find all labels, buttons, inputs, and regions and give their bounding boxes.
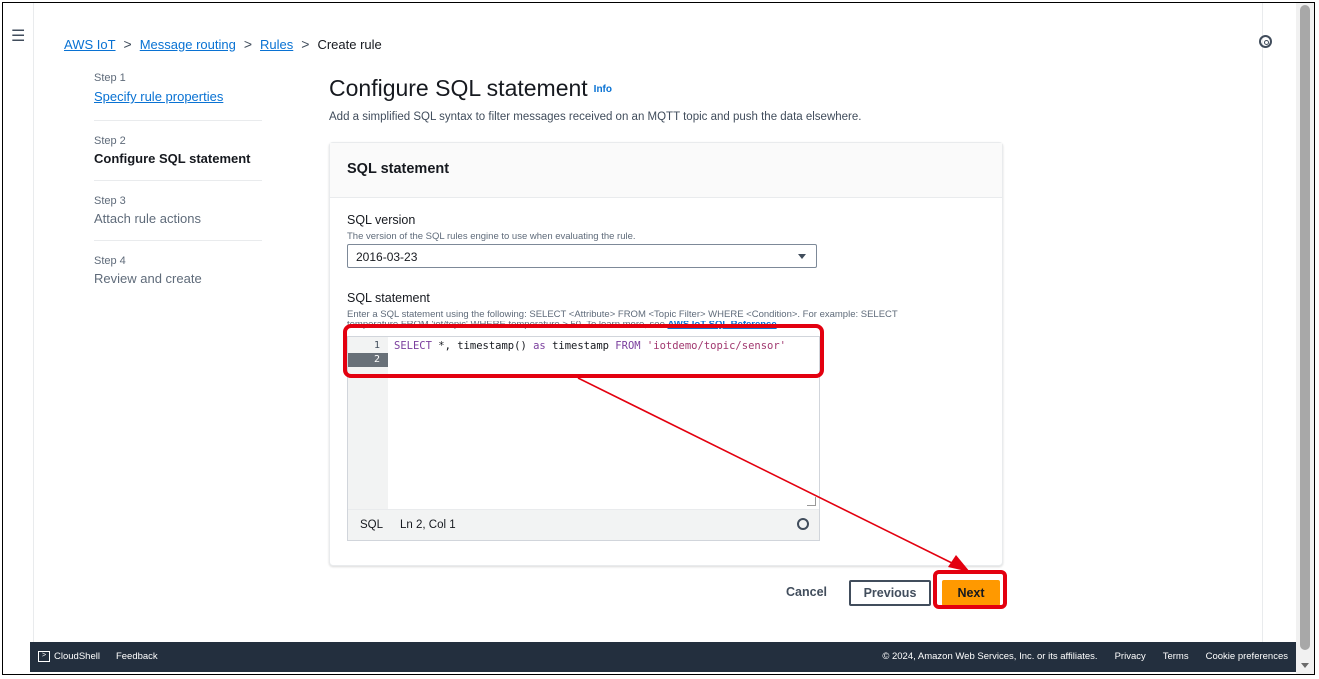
step-4-label: Review and create <box>94 271 202 286</box>
cloudshell-label: CloudShell <box>54 651 100 663</box>
caret-down-icon <box>798 254 806 259</box>
info-link[interactable]: Info <box>594 84 612 95</box>
scrollbar-thumb[interactable] <box>1300 5 1310 650</box>
terms-link[interactable]: Terms <box>1163 651 1189 662</box>
step-1: Step 1 Specify rule properties <box>94 72 262 121</box>
step-2-label: Configure SQL statement <box>94 151 251 166</box>
previous-button[interactable]: Previous <box>849 580 931 606</box>
step-number: Step 2 <box>94 135 126 147</box>
annotation-highlight-next <box>933 570 1007 609</box>
page-title-text: Configure SQL statement <box>329 75 588 101</box>
page-description: Add a simplified SQL syntax to filter me… <box>329 111 862 123</box>
console-footer: > CloudShell Feedback © 2024, Amazon Web … <box>30 642 1296 672</box>
privacy-link[interactable]: Privacy <box>1115 651 1146 662</box>
feedback-link[interactable]: Feedback <box>116 651 158 662</box>
breadcrumb: AWS IoT > Message routing > Rules > Crea… <box>64 36 382 52</box>
sql-version-label: SQL version <box>347 213 416 227</box>
editor-status-bar: SQL Ln 2, Col 1 <box>348 509 819 540</box>
tools-panel-icon[interactable] <box>1259 35 1272 48</box>
copyright-text: © 2024, Amazon Web Services, Inc. or its… <box>882 651 1098 662</box>
step-number: Step 1 <box>94 72 126 84</box>
cloudshell-button[interactable]: > CloudShell <box>38 651 100 662</box>
breadcrumb-message-routing[interactable]: Message routing <box>140 37 236 52</box>
step-1-link[interactable]: Specify rule properties <box>94 89 223 104</box>
step-number: Step 3 <box>94 195 126 207</box>
chevron-right-icon: > <box>123 36 132 52</box>
page-scrollbar[interactable] <box>1296 3 1314 674</box>
wizard-steps: Step 1 Specify rule properties Step 2 Co… <box>94 72 262 314</box>
sql-statement-label: SQL statement <box>347 291 430 305</box>
step-2: Step 2 Configure SQL statement <box>94 135 262 181</box>
right-tools-rail <box>1259 3 1296 643</box>
step-3: Step 3 Attach rule actions <box>94 195 262 241</box>
cloudshell-icon: > <box>38 651 50 662</box>
sql-version-description: The version of the SQL rules engine to u… <box>347 231 636 242</box>
hamburger-menu-icon[interactable]: ☰ <box>11 29 25 45</box>
panel-header: SQL statement <box>330 143 1002 198</box>
breadcrumb-aws-iot[interactable]: AWS IoT <box>64 37 116 52</box>
editor-cursor-position: Ln 2, Col 1 <box>400 519 456 531</box>
chevron-right-icon: > <box>301 36 310 52</box>
sql-version-select[interactable]: 2016-03-23 <box>347 244 817 268</box>
cookie-preferences-link[interactable]: Cookie preferences <box>1206 651 1288 662</box>
annotation-highlight-sql <box>343 324 824 378</box>
scroll-down-icon[interactable] <box>1301 663 1309 668</box>
step-4: Step 4 Review and create <box>94 255 262 300</box>
resize-handle-icon[interactable] <box>807 497 816 506</box>
step-3-label: Attach rule actions <box>94 211 201 226</box>
editor-language: SQL <box>360 519 384 531</box>
step-number: Step 4 <box>94 255 126 267</box>
breadcrumb-current: Create rule <box>317 36 382 52</box>
chevron-right-icon: > <box>243 36 253 52</box>
footer-right: © 2024, Amazon Web Services, Inc. or its… <box>882 651 1288 662</box>
breadcrumb-rules[interactable]: Rules <box>260 37 293 52</box>
footer-left: > CloudShell Feedback <box>38 651 158 662</box>
left-navigation-rail: ☰ <box>3 3 34 643</box>
cancel-button[interactable]: Cancel <box>786 585 827 599</box>
editor-settings-icon[interactable] <box>797 518 809 530</box>
panel-title: SQL statement <box>347 161 450 177</box>
sql-statement-description: Enter a SQL statement using the followin… <box>347 309 898 320</box>
page-title: Configure SQL statement Info <box>329 75 612 102</box>
sql-version-value: 2016-03-23 <box>356 250 418 264</box>
